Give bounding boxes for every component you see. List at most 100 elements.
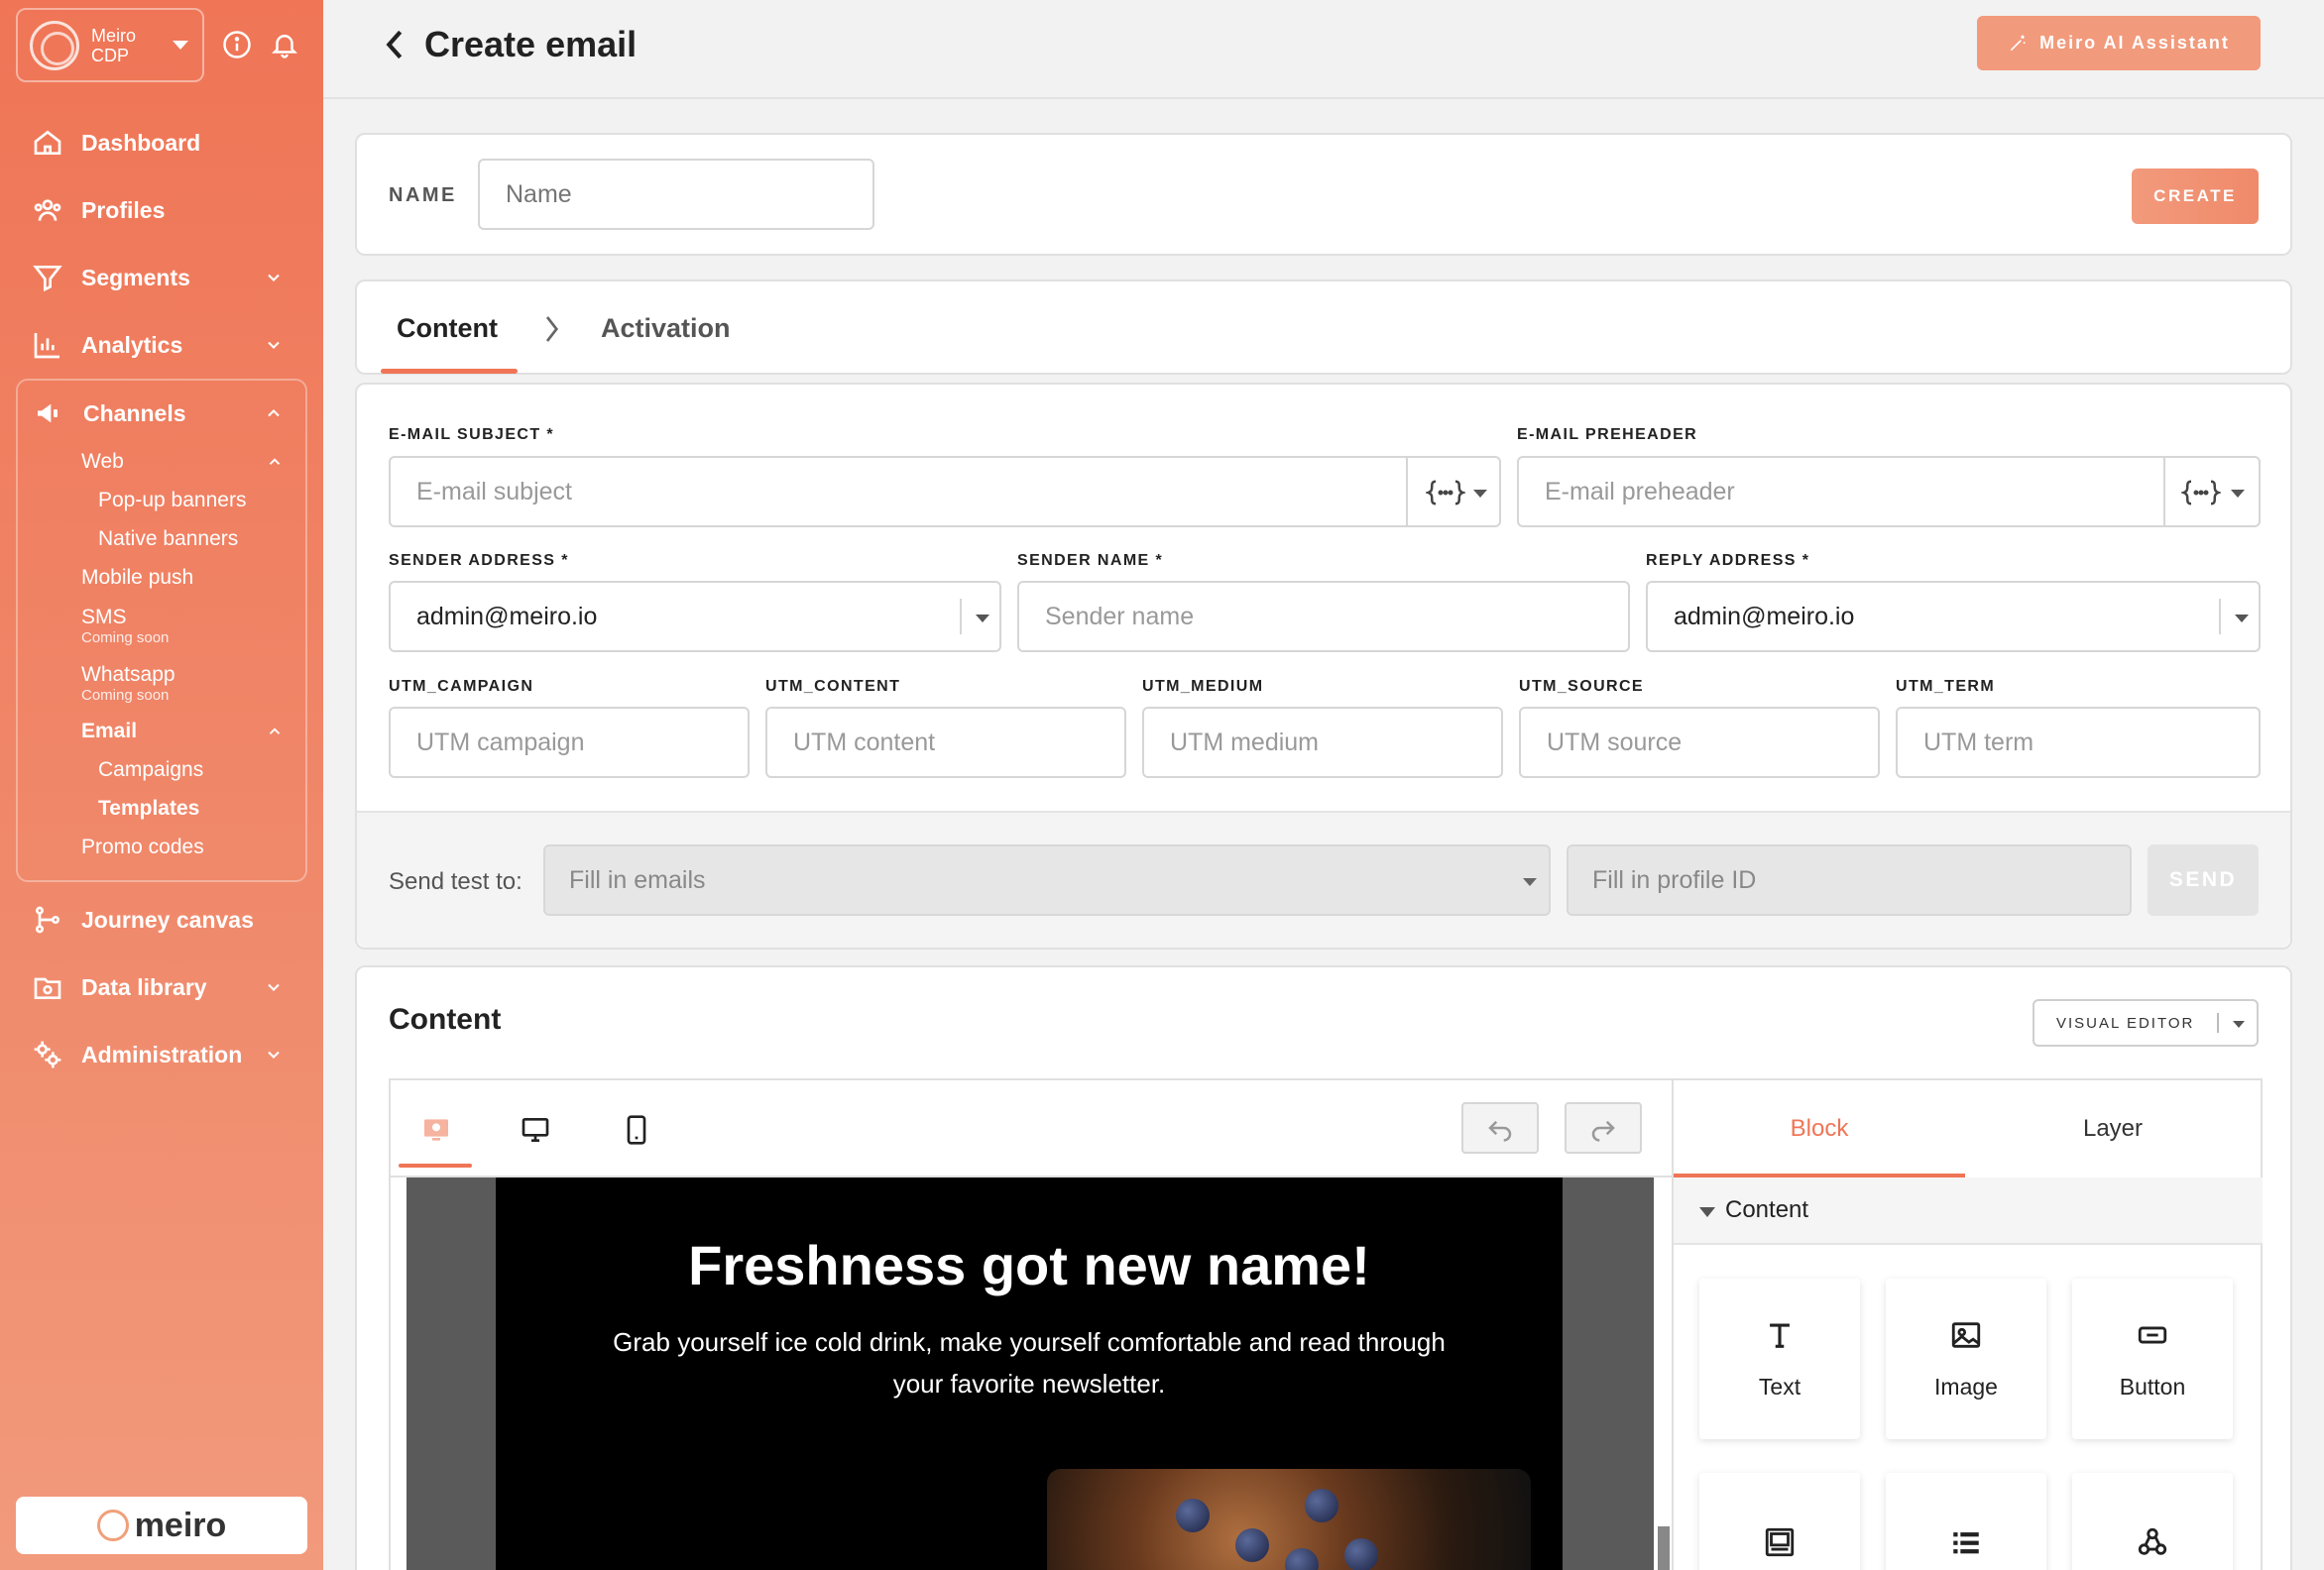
profile-id-input[interactable]: Fill in profile ID: [1567, 844, 2132, 916]
list-icon: [1953, 1532, 1979, 1554]
nav-native-banners[interactable]: Native banners: [18, 519, 305, 558]
email-canvas[interactable]: Freshness got new name! Grab yourself ic…: [496, 1178, 1563, 1570]
sender-address-select[interactable]: admin@meiro.io: [389, 581, 1001, 652]
button-icon: [2138, 1326, 2167, 1343]
block-list[interactable]: [1886, 1473, 2046, 1570]
name-input[interactable]: [478, 159, 874, 230]
brand-name: Meiro: [91, 25, 137, 46]
send-test-button[interactable]: SEND: [2148, 844, 2259, 916]
nav-data-library[interactable]: Data library: [0, 953, 323, 1021]
nav-templates[interactable]: Templates: [18, 789, 305, 828]
email-canvas-frame: Freshness got new name! Grab yourself ic…: [407, 1178, 1654, 1570]
subject-placeholder: E-mail subject: [416, 477, 572, 505]
nav-label: Journey canvas: [81, 906, 254, 933]
content-section-toggle[interactable]: Content: [1674, 1178, 2263, 1245]
chevron-down-icon: [1523, 878, 1537, 886]
redo-button[interactable]: [1565, 1102, 1642, 1154]
chevron-down-icon: [2231, 490, 2245, 498]
social-icon: [2138, 1527, 2167, 1555]
library-icon: [34, 977, 61, 999]
main-nav: Dashboard Profiles Segments Analytics Ch…: [0, 109, 323, 1088]
canvas-scrollbar[interactable]: [1658, 1526, 1670, 1570]
image-box-icon: [1765, 1527, 1795, 1557]
tab-content[interactable]: Content: [397, 313, 498, 344]
nav-email[interactable]: Email: [18, 712, 305, 750]
bell-icon[interactable]: [270, 30, 299, 59]
info-icon[interactable]: [222, 30, 252, 59]
users-icon: [34, 199, 61, 221]
reply-address-value: admin@meiro.io: [1674, 602, 1855, 630]
reply-address-select[interactable]: admin@meiro.io: [1646, 581, 2261, 652]
nav-label: Data library: [81, 973, 207, 1000]
test-emails-select[interactable]: Fill in emails: [543, 844, 1551, 916]
preview-icon[interactable]: [420, 1114, 452, 1146]
steps-tabs: Content Activation: [355, 280, 2292, 375]
mobile-icon[interactable]: [621, 1114, 652, 1146]
tab-activation[interactable]: Activation: [601, 313, 731, 344]
nav-label: Whatsapp: [81, 662, 175, 686]
nav-sms[interactable]: SMS Coming soon: [18, 597, 305, 654]
email-body-text[interactable]: Grab yourself ice cold drink, make yours…: [496, 1321, 1563, 1404]
toolbar-active-indicator: [399, 1164, 472, 1168]
block-button[interactable]: Button: [2072, 1279, 2233, 1439]
email-heading[interactable]: Freshness got new name!: [496, 1233, 1563, 1297]
nav-segments[interactable]: Segments: [0, 244, 323, 311]
nav-label: Email: [81, 719, 138, 742]
chevron-down-icon: [976, 615, 989, 622]
nav-analytics[interactable]: Analytics: [0, 311, 323, 379]
block-label: Button: [2119, 1373, 2186, 1400]
editor-mode-select[interactable]: VISUAL EDITOR: [2033, 999, 2259, 1047]
tab-layer[interactable]: Layer: [1967, 1080, 2259, 1178]
personalization-icon[interactable]: [2181, 476, 2221, 509]
meiro-logo-icon: [96, 1510, 129, 1541]
back-arrow-icon[interactable]: [381, 28, 408, 61]
block-image-card[interactable]: [1699, 1473, 1860, 1570]
chevron-down-icon: [2235, 615, 2249, 622]
block-label: Image: [1934, 1373, 1998, 1400]
nav-web[interactable]: Web: [18, 442, 305, 481]
meiro-logo-icon: [30, 20, 79, 70]
ai-assistant-button[interactable]: Meiro AI Assistant: [1977, 16, 2261, 70]
personalization-icon[interactable]: [1426, 476, 1465, 509]
nav-whatsapp[interactable]: Whatsapp Coming soon: [18, 654, 305, 712]
chevron-down-icon: [173, 41, 188, 50]
brand-product: CDP: [91, 45, 130, 65]
nav-mobile-push[interactable]: Mobile push: [18, 558, 305, 597]
utm-campaign-input[interactable]: UTM campaign: [389, 707, 750, 778]
redo-icon: [1591, 1120, 1615, 1142]
utm-medium-input[interactable]: UTM medium: [1142, 707, 1503, 778]
utm-source-input[interactable]: UTM source: [1519, 707, 1880, 778]
nav-promo-codes[interactable]: Promo codes: [18, 828, 305, 866]
meiro-footer-logo: meiro: [16, 1497, 307, 1554]
preheader-input[interactable]: E-mail preheader: [1517, 456, 2261, 527]
coming-soon-label: Coming soon: [81, 686, 170, 704]
nav-label: Channels: [83, 399, 186, 426]
sender-name-input[interactable]: Sender name: [1017, 581, 1630, 652]
nav-label: SMS: [81, 605, 127, 628]
workspace-switcher[interactable]: Meiro CDP: [16, 8, 204, 82]
nav-channels[interactable]: Channels: [18, 385, 305, 442]
nav-campaigns[interactable]: Campaigns: [18, 750, 305, 789]
block-social[interactable]: [2072, 1473, 2233, 1570]
nav-label: Web: [81, 449, 124, 473]
nav-journey-canvas[interactable]: Journey canvas: [0, 886, 323, 953]
utm-content-input[interactable]: UTM content: [765, 707, 1126, 778]
page-title: Create email: [424, 24, 638, 64]
tab-block[interactable]: Block: [1674, 1080, 1965, 1178]
nav-dashboard[interactable]: Dashboard: [0, 109, 323, 176]
undo-button[interactable]: [1461, 1102, 1539, 1154]
page-header: Create email Meiro AI Assistant: [323, 0, 2324, 99]
ai-button-label: Meiro AI Assistant: [2039, 33, 2230, 53]
block-image[interactable]: Image: [1886, 1279, 2046, 1439]
desktop-icon[interactable]: [520, 1114, 551, 1146]
block-text[interactable]: Text: [1699, 1279, 1860, 1439]
nav-administration[interactable]: Administration: [0, 1021, 323, 1088]
email-image[interactable]: [1047, 1469, 1531, 1570]
nav-profiles[interactable]: Profiles: [0, 176, 323, 244]
block-label: Text: [1758, 1373, 1801, 1400]
chevron-down-icon: [268, 274, 280, 281]
nav-popup-banners[interactable]: Pop-up banners: [18, 481, 305, 519]
subject-input[interactable]: E-mail subject: [389, 456, 1501, 527]
utm-term-input[interactable]: UTM term: [1896, 707, 2261, 778]
create-button[interactable]: CREATE: [2132, 168, 2259, 224]
